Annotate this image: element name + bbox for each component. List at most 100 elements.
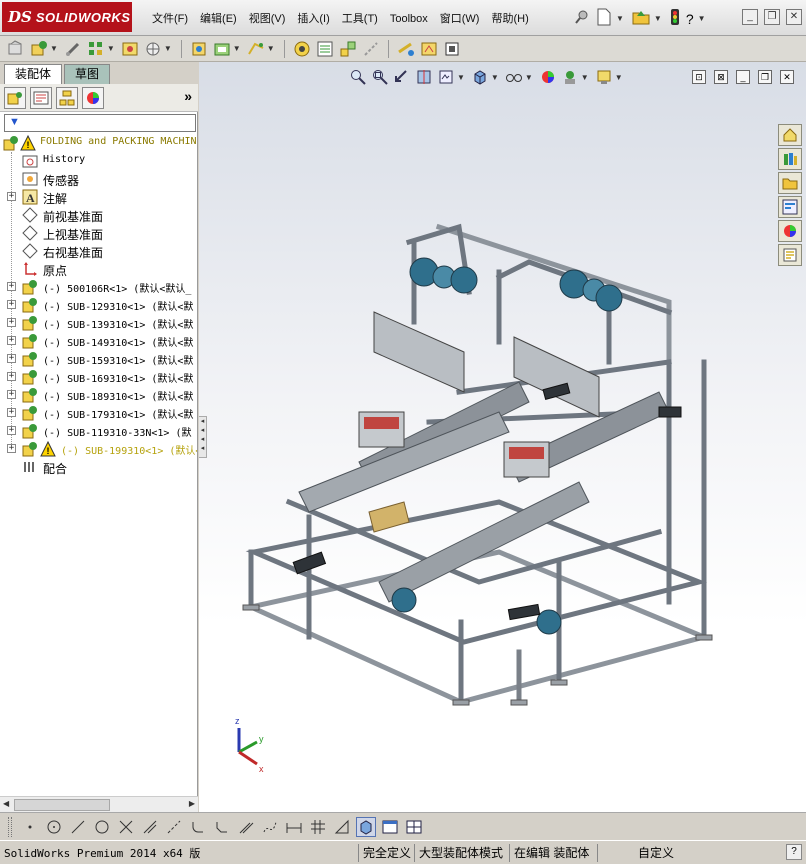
scroll-left-icon[interactable]: ◀ xyxy=(3,799,9,808)
tree-item-component[interactable]: + (-) SUB-179310<1> (默认<默 xyxy=(0,404,197,422)
close-icon[interactable]: ✕ xyxy=(786,9,802,25)
new-document-icon[interactable] xyxy=(596,8,612,29)
chevron-down-icon[interactable]: ▼ xyxy=(164,44,172,53)
expand-icon[interactable]: + xyxy=(7,282,16,291)
tree-item-component-warning[interactable]: + ! (-) SUB-199310<1> (默认< xyxy=(0,440,197,458)
menu-help[interactable]: 帮助(H) xyxy=(485,10,534,28)
restore-icon[interactable]: ❐ xyxy=(764,9,780,25)
tree-item-top-plane[interactable]: 上视基准面 xyxy=(0,224,197,242)
toolbar-grip[interactable] xyxy=(8,816,12,837)
expand-icon[interactable]: + xyxy=(7,192,16,201)
chevron-down-icon[interactable]: ▼ xyxy=(654,14,662,23)
spline-icon[interactable] xyxy=(260,817,280,837)
window-cascade-icon[interactable] xyxy=(404,817,424,837)
tree-item-component[interactable]: + (-) SUB-189310<1> (默认<默 xyxy=(0,386,197,404)
explode-line-sketch-icon[interactable] xyxy=(361,39,381,59)
assembly-features-icon[interactable] xyxy=(212,39,232,59)
chevron-down-icon[interactable]: ▼ xyxy=(50,44,58,53)
smart-dimension-icon[interactable] xyxy=(284,817,304,837)
expand-icon[interactable]: + xyxy=(7,372,16,381)
tree-item-sensors[interactable]: 传感器 xyxy=(0,170,197,188)
chevron-down-icon[interactable]: ▼ xyxy=(698,14,706,23)
tree-item-component[interactable]: + (-) SUB-159310<1> (默认<默 xyxy=(0,350,197,368)
tree-root-assembly[interactable]: ! FOLDING and PACKING MACHINE xyxy=(0,134,197,152)
menu-edit[interactable]: 编辑(E) xyxy=(194,10,243,28)
scroll-right-icon[interactable]: ▶ xyxy=(189,799,195,808)
line-icon[interactable] xyxy=(68,817,88,837)
open-folder-icon[interactable] xyxy=(632,9,650,28)
display-manager-icon[interactable] xyxy=(82,86,104,109)
edit-component-icon[interactable] xyxy=(6,39,26,59)
tree-item-front-plane[interactable]: 前视基准面 xyxy=(0,206,197,224)
menu-insert[interactable]: 插入(I) xyxy=(291,10,335,28)
expand-icon[interactable]: + xyxy=(7,336,16,345)
help-icon[interactable]: ? xyxy=(686,11,694,27)
tree-item-mates[interactable]: 配合 xyxy=(0,458,197,476)
expand-icon[interactable]: + xyxy=(7,354,16,363)
more-tabs-icon[interactable]: » xyxy=(184,88,192,104)
help-icon[interactable]: ? xyxy=(786,844,802,860)
tree-item-origin[interactable]: 原点 xyxy=(0,260,197,278)
bill-of-materials-icon[interactable] xyxy=(315,39,335,59)
trim-icon[interactable] xyxy=(116,817,136,837)
traffic-light-icon[interactable] xyxy=(670,8,680,29)
window-tile-icon[interactable] xyxy=(380,817,400,837)
expand-icon[interactable]: + xyxy=(7,444,16,453)
clearance-verification-icon[interactable] xyxy=(419,39,439,59)
offset-icon[interactable] xyxy=(236,817,256,837)
centerline-icon[interactable] xyxy=(164,817,184,837)
mate-icon[interactable] xyxy=(63,39,83,59)
machine-assembly-model[interactable]: z y x xyxy=(199,62,806,812)
feature-tree-icon[interactable] xyxy=(4,86,26,109)
configuration-manager-icon[interactable] xyxy=(56,86,78,109)
tree-item-component[interactable]: + (-) 500106R<1> (默认<默认_ xyxy=(0,278,197,296)
tab-sketch[interactable]: 草图 xyxy=(64,64,111,84)
instant3d-icon[interactable] xyxy=(442,39,462,59)
filter-icon[interactable]: ▼ xyxy=(9,116,20,128)
move-component-icon[interactable] xyxy=(143,39,163,59)
tree-item-right-plane[interactable]: 右视基准面 xyxy=(0,242,197,260)
insert-component-icon[interactable] xyxy=(29,39,49,59)
minimize-icon[interactable]: _ xyxy=(742,9,758,25)
tree-item-annotations[interactable]: + A 注解 xyxy=(0,188,197,206)
chevron-down-icon[interactable]: ▼ xyxy=(233,44,241,53)
extend-icon[interactable] xyxy=(140,817,160,837)
expand-icon[interactable]: + xyxy=(7,426,16,435)
tab-assembly[interactable]: 装配体 xyxy=(4,64,63,84)
reference-geometry-icon[interactable] xyxy=(246,39,266,59)
chamfer-icon[interactable] xyxy=(212,817,232,837)
arc-icon[interactable] xyxy=(92,817,112,837)
circle-icon[interactable] xyxy=(44,817,64,837)
property-manager-icon[interactable] xyxy=(30,86,52,109)
chevron-down-icon[interactable]: ▼ xyxy=(267,44,275,53)
show-hidden-components-icon[interactable] xyxy=(189,39,209,59)
linear-pattern-icon[interactable] xyxy=(86,39,106,59)
menu-tools[interactable]: 工具(T) xyxy=(336,10,384,28)
menu-file[interactable]: 文件(F) xyxy=(146,10,194,28)
expand-icon[interactable]: + xyxy=(7,318,16,327)
smart-fasteners-icon[interactable] xyxy=(120,39,140,59)
expand-icon[interactable]: + xyxy=(7,300,16,309)
grid-icon[interactable] xyxy=(308,817,328,837)
tree-item-component[interactable]: + (-) SUB-119310-33N<1> (默 xyxy=(0,422,197,440)
shaded-with-edges-icon[interactable] xyxy=(356,816,376,837)
tree-filter[interactable]: ▼ xyxy=(4,114,196,132)
solidworks-logo[interactable]: DS SOLIDWORKS xyxy=(2,2,132,32)
menu-view[interactable]: 视图(V) xyxy=(243,10,292,28)
tree-item-component[interactable]: + (-) SUB-129310<1> (默认<默 xyxy=(0,296,197,314)
point-icon[interactable] xyxy=(20,817,40,837)
scrollbar-thumb[interactable] xyxy=(14,799,110,811)
fillet-icon[interactable] xyxy=(188,817,208,837)
tree-item-component[interactable]: + (-) SUB-169310<1> (默认<默 xyxy=(0,368,197,386)
pin-icon[interactable] xyxy=(574,9,590,28)
triangle-icon[interactable] xyxy=(332,817,352,837)
tree-horizontal-scrollbar[interactable]: ◀ ▶ xyxy=(0,796,198,812)
exploded-view-icon[interactable] xyxy=(338,39,358,59)
menu-window[interactable]: 窗口(W) xyxy=(434,10,486,28)
tree-item-history[interactable]: History xyxy=(0,152,197,170)
expand-icon[interactable]: + xyxy=(7,408,16,417)
interference-detection-icon[interactable] xyxy=(396,39,416,59)
menu-toolbox[interactable]: Toolbox xyxy=(384,10,434,28)
tree-item-component[interactable]: + (-) SUB-149310<1> (默认<默 xyxy=(0,332,197,350)
new-motion-study-icon[interactable] xyxy=(292,39,312,59)
